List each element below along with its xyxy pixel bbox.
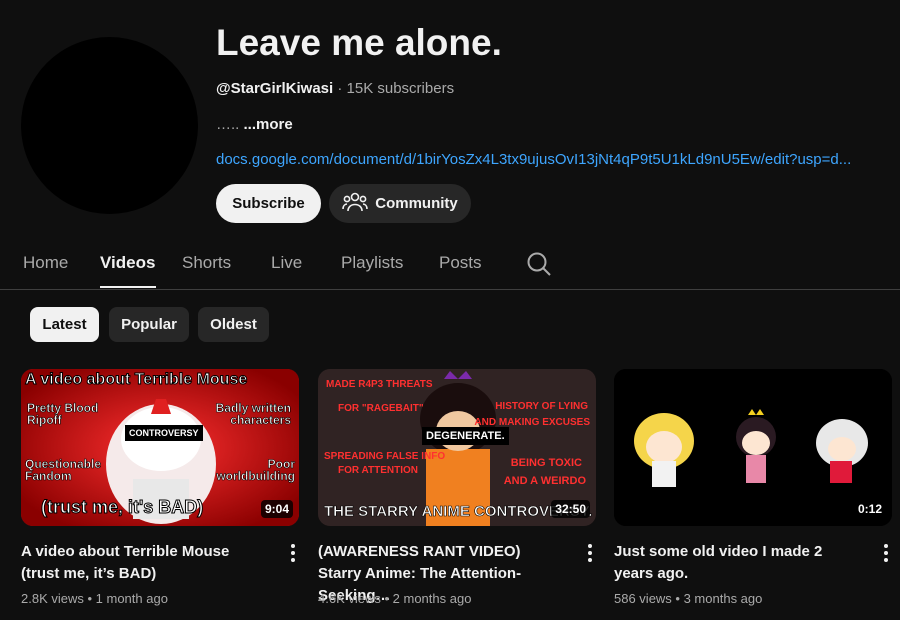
- community-button[interactable]: Community: [329, 184, 471, 223]
- video-duration: 9:04: [260, 500, 293, 518]
- active-tab-indicator: [100, 286, 156, 288]
- upload-age: 1 month ago: [95, 591, 168, 606]
- thumb-text: Badly written characters: [215, 401, 291, 427]
- video-title[interactable]: A video about Terrible Mouse (trust me, …: [21, 541, 266, 585]
- thumb-text: Pretty Blood Ripoff: [27, 401, 99, 427]
- thumb-text: SPREADING FALSE INFO: [324, 451, 446, 462]
- tab-videos[interactable]: Videos: [100, 253, 155, 273]
- tab-live[interactable]: Live: [271, 253, 302, 273]
- subscribe-button[interactable]: Subscribe: [216, 184, 321, 223]
- channel-tabs: Home Videos Shorts Live Playlists Posts: [0, 240, 900, 290]
- channel-description[interactable]: ….. ...more: [216, 116, 293, 133]
- video-meta: 2.8K views • 1 month ago: [21, 591, 168, 606]
- description-text: …..: [216, 116, 244, 133]
- more-link[interactable]: ...more: [244, 116, 293, 133]
- tab-shorts[interactable]: Shorts: [182, 253, 231, 273]
- subscribe-label: Subscribe: [232, 195, 305, 212]
- video-thumbnail[interactable]: A video about Terrible Mouse Pretty Bloo…: [21, 369, 299, 526]
- channel-name: Leave me alone.: [216, 22, 502, 63]
- community-label: Community: [375, 195, 458, 212]
- video-meta: 586 views • 3 months ago: [614, 591, 763, 606]
- thumb-text: AND A WEIRDO: [503, 475, 586, 487]
- more-actions-icon[interactable]: [584, 543, 596, 563]
- thumb-text: Poor worldbuilding: [216, 457, 295, 483]
- thumb-text: BEING TOXIC: [510, 457, 582, 469]
- tab-home[interactable]: Home: [23, 253, 68, 273]
- video-meta: 4.6K views • 2 months ago: [318, 591, 472, 606]
- thumb-text: DEGENERATE.: [422, 427, 509, 445]
- thumb-text: (trust me, it's BAD): [40, 497, 204, 518]
- meta-separator: ·: [337, 80, 343, 97]
- channel-link[interactable]: docs.google.com/document/d/1birYosZx4L3t…: [216, 151, 886, 168]
- upload-age: 2 months ago: [392, 591, 472, 606]
- chip-latest[interactable]: Latest: [30, 307, 99, 342]
- thumb-text: CONTROVERSY: [125, 425, 203, 441]
- tab-playlists[interactable]: Playlists: [341, 253, 403, 273]
- video-thumbnail[interactable]: MADE R4P3 THREATS FOR "RAGEBAIT" SPREADI…: [318, 369, 596, 526]
- view-count: 4.6K views: [318, 591, 381, 606]
- thumb-text: FOR ATTENTION: [338, 465, 418, 476]
- chip-oldest[interactable]: Oldest: [198, 307, 269, 342]
- video-duration: 0:12: [853, 500, 886, 518]
- video-card[interactable]: A video about Terrible Mouse Pretty Bloo…: [21, 369, 299, 606]
- more-actions-icon[interactable]: [287, 543, 299, 563]
- thumb-text: FOR "RAGEBAIT": [338, 403, 424, 414]
- upload-age: 3 months ago: [683, 591, 763, 606]
- community-icon: [342, 191, 369, 217]
- video-title[interactable]: Just some old video I made 2 years ago.: [614, 541, 859, 585]
- video-card[interactable]: MADE R4P3 THREATS FOR "RAGEBAIT" SPREADI…: [318, 369, 596, 606]
- video-duration: 32:50: [551, 500, 590, 518]
- tab-posts[interactable]: Posts: [439, 253, 482, 273]
- video-card[interactable]: 0:12 Just some old video I made 2 years …: [614, 369, 892, 606]
- video-thumbnail[interactable]: 0:12: [614, 369, 892, 526]
- view-count: 586 views: [614, 591, 672, 606]
- thumb-text: MADE R4P3 THREATS: [326, 379, 433, 390]
- more-actions-icon[interactable]: [880, 543, 892, 563]
- view-count: 2.8K views: [21, 591, 84, 606]
- thumb-text: HISTORY OF LYING: [495, 401, 588, 412]
- thumb-text: Questionable Fandom: [25, 457, 102, 483]
- search-icon[interactable]: [526, 251, 552, 282]
- chip-popular[interactable]: Popular: [109, 307, 189, 342]
- subscriber-count: 15K subscribers: [346, 80, 455, 97]
- channel-meta: @StarGirlKiwasi · 15K subscribers: [216, 80, 454, 97]
- thumb-text: A video about Terrible Mouse: [24, 371, 248, 389]
- channel-handle: @StarGirlKiwasi: [216, 80, 334, 97]
- channel-avatar[interactable]: [21, 37, 198, 214]
